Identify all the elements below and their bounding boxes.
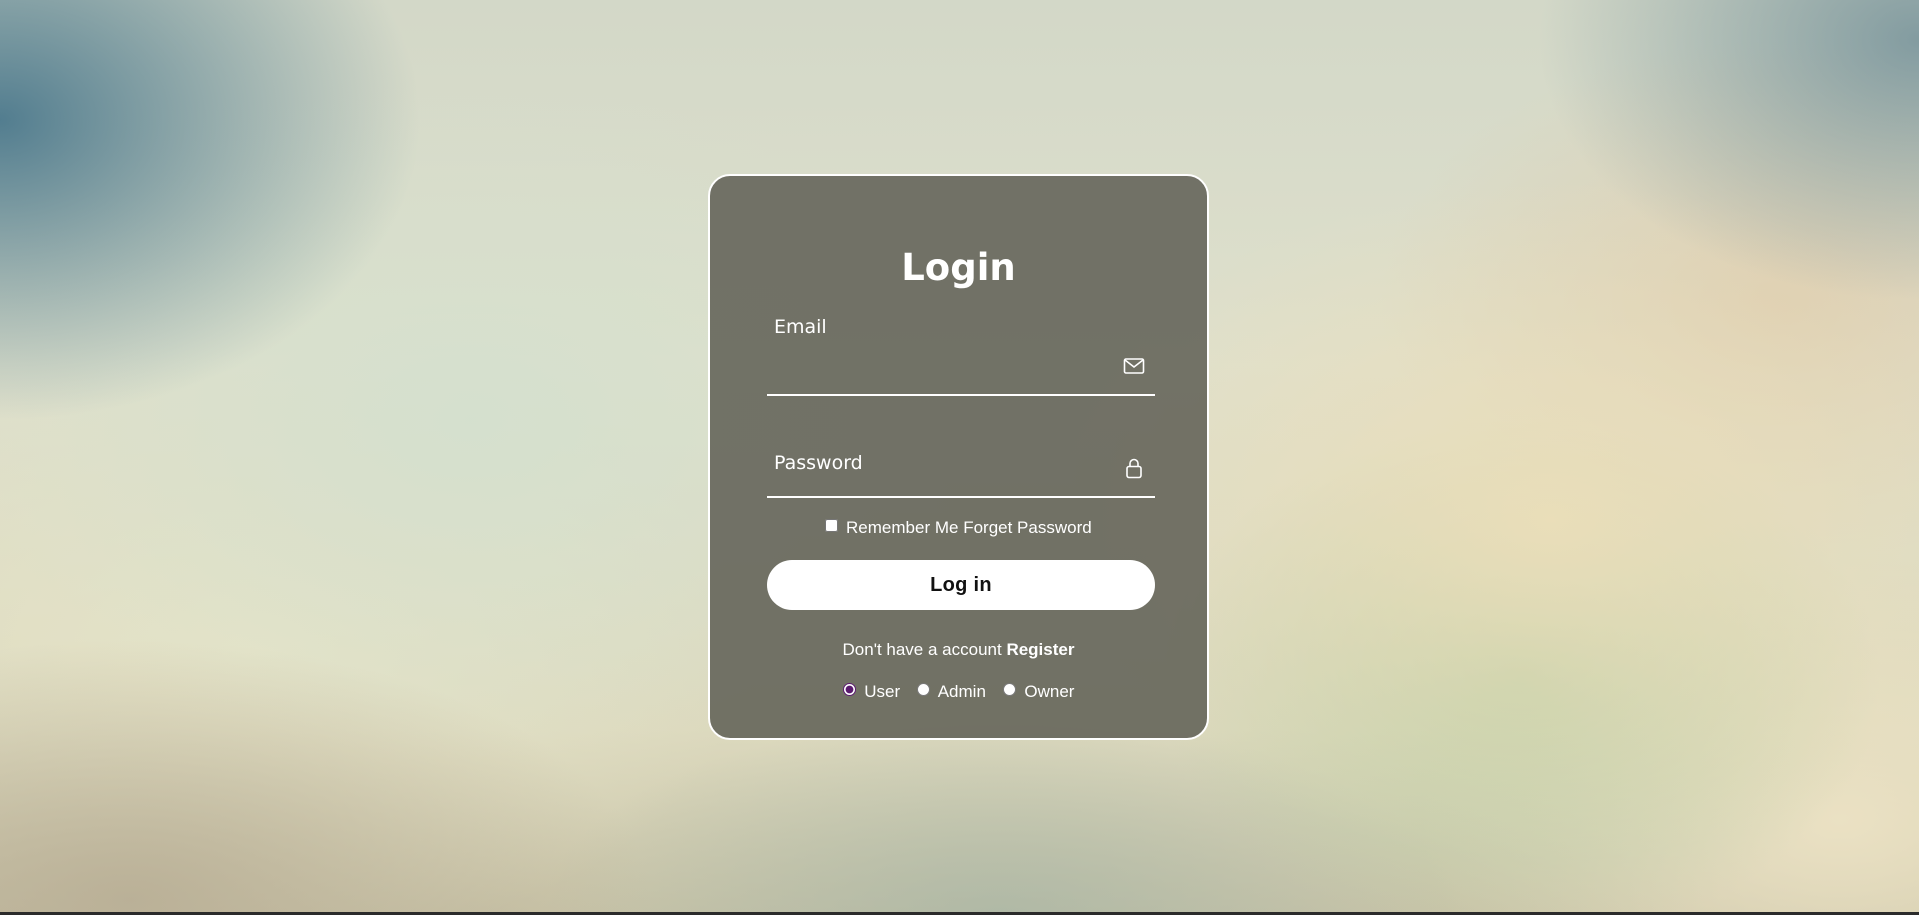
- login-button[interactable]: Log in: [767, 560, 1155, 610]
- role-option-user[interactable]: User: [842, 682, 901, 702]
- forget-password-link[interactable]: Forget Password: [963, 518, 1092, 537]
- login-title: Login: [901, 246, 1016, 289]
- role-label-user: User: [864, 682, 901, 701]
- lock-icon: [1122, 456, 1146, 480]
- email-underline: [767, 394, 1155, 396]
- remember-row: Remember Me Forget Password: [710, 518, 1207, 538]
- register-prompt: Don't have a account: [842, 640, 1002, 659]
- role-option-admin[interactable]: Admin: [916, 682, 986, 702]
- remember-me-label: Remember Me: [846, 518, 959, 537]
- register-link[interactable]: Register: [1006, 640, 1074, 659]
- envelope-icon: [1122, 354, 1146, 378]
- email-label: Email: [774, 316, 827, 338]
- remember-me-checkbox[interactable]: [825, 519, 839, 532]
- register-row: Don't have a account Register: [710, 640, 1207, 660]
- role-radio-user[interactable]: [842, 683, 856, 696]
- login-card: Login Email Password Remember Me Forget …: [708, 174, 1209, 740]
- role-radio-admin[interactable]: [916, 683, 930, 696]
- role-radio-owner[interactable]: [1002, 683, 1016, 696]
- password-input[interactable]: [767, 446, 1123, 480]
- email-input[interactable]: [767, 350, 1123, 384]
- role-label-admin: Admin: [937, 682, 986, 701]
- role-option-owner[interactable]: Owner: [1002, 682, 1075, 702]
- role-label-owner: Owner: [1024, 682, 1075, 701]
- role-selector: User Admin Owner: [710, 682, 1207, 702]
- password-underline: [767, 496, 1155, 498]
